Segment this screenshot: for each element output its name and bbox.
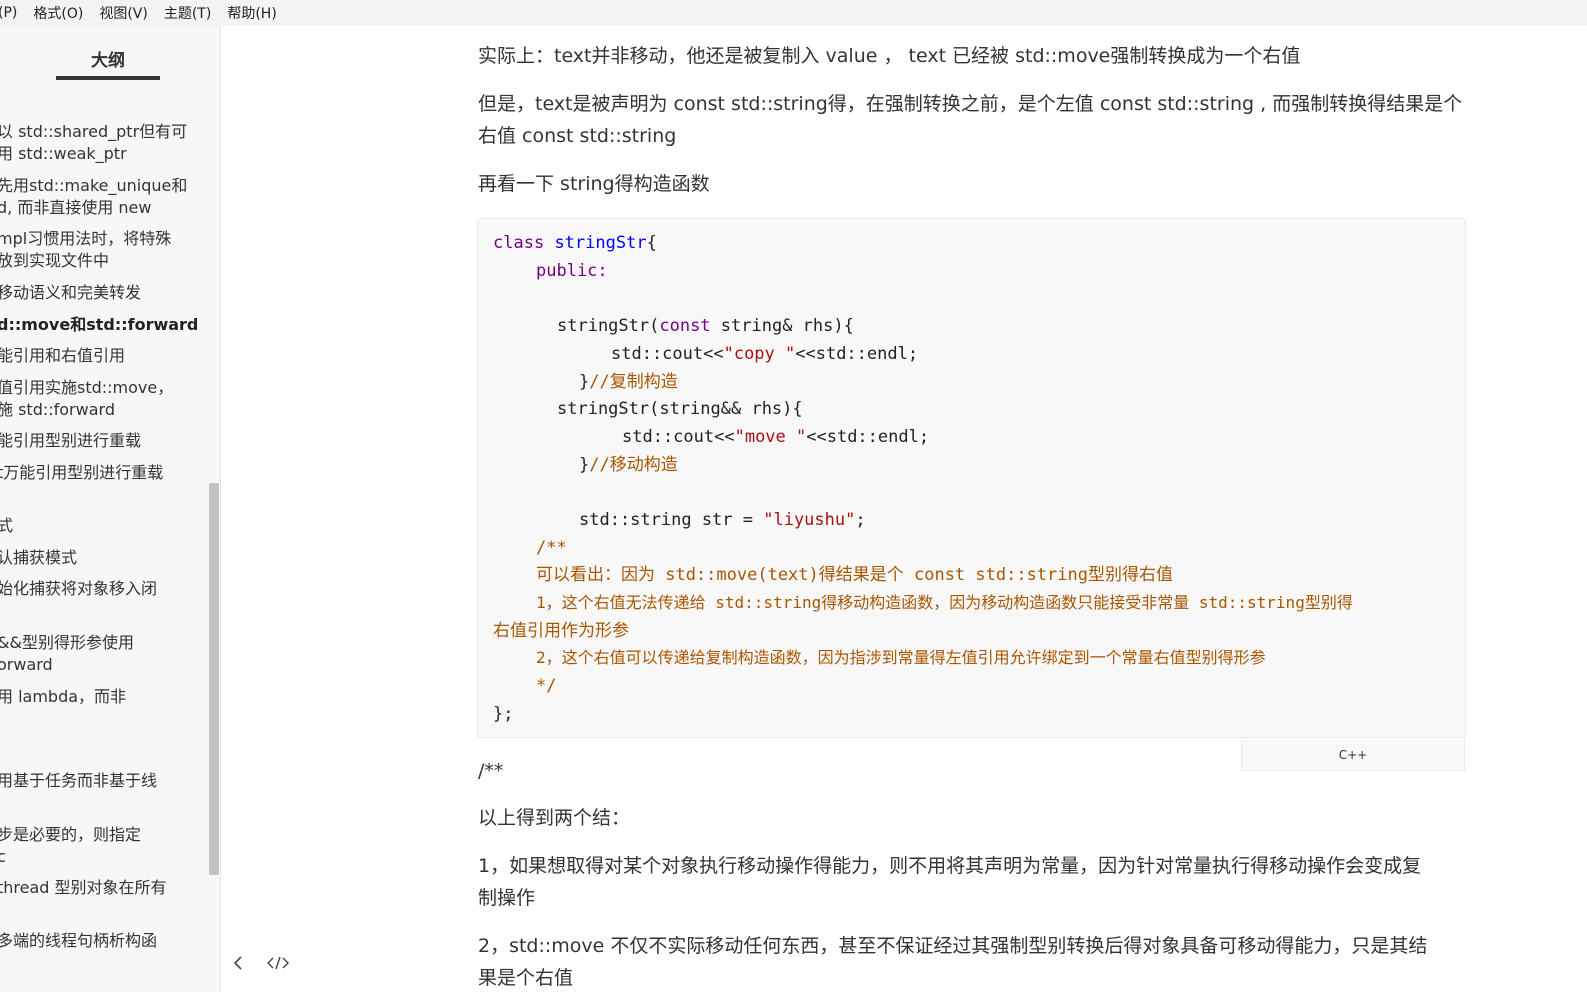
sidebar-scrollbar[interactable] bbox=[209, 483, 219, 875]
paragraph: /** bbox=[478, 760, 504, 782]
code-comment: 右值引用作为形参 bbox=[493, 621, 629, 641]
menu-item-help[interactable]: 帮助(H) bbox=[227, 3, 276, 23]
outline-item[interactable]: 用 lambda，而非 bbox=[0, 686, 209, 708]
paragraph: 果是个右值 bbox=[478, 967, 574, 989]
code-line: }; bbox=[493, 704, 514, 724]
code-line: public: bbox=[536, 261, 608, 281]
code-line: std::string str = "liyushu"; bbox=[579, 510, 866, 530]
outline-item-active[interactable]: d::move和std::forward bbox=[0, 314, 209, 336]
outline-item[interactable]: 认捕获模式 bbox=[0, 547, 209, 569]
code-comment: */ bbox=[536, 676, 557, 696]
outline-title[interactable]: 大纲 bbox=[56, 46, 160, 71]
outline-item[interactable]: 以 std::shared_ptr但有可 bbox=[0, 121, 209, 143]
outline-item[interactable]: 多端的线程句柄析构函 bbox=[0, 930, 209, 952]
outline-item[interactable]: c bbox=[0, 846, 209, 868]
paragraph: 制操作 bbox=[478, 887, 536, 909]
paragraph: 但是，text是被声明为 const std::string得，在强制转换之前，… bbox=[478, 93, 1463, 115]
paragraph: 以上得到两个结： bbox=[478, 807, 631, 829]
outline-item[interactable]: 放到实现文件中 bbox=[0, 250, 209, 272]
code-comment: 2，这个右值可以传递给复制构造函数，因为指涉到常量得左值引用允许绑定到一个常量右… bbox=[536, 648, 1266, 667]
outline-item[interactable]: orward bbox=[0, 654, 209, 676]
menu-item-format[interactable]: 格式(O) bbox=[33, 3, 83, 23]
outline-item[interactable]: 始化捕获将对象移入闭 bbox=[0, 578, 209, 600]
outline-item[interactable]: 用 std::weak_ptr bbox=[0, 143, 209, 165]
paragraph: 再看一下 string得构造函数 bbox=[478, 173, 710, 195]
outline-item[interactable]: mpl习惯用法时，将特殊 bbox=[0, 228, 209, 250]
outline-sidebar: 大纲 以 std::shared_ptr但有可 用 std::weak_ptr … bbox=[0, 26, 221, 992]
paragraph: 2，std::move 不仅不实际移动任何东西，甚至不保证经过其强制型别转换后得… bbox=[478, 935, 1428, 957]
outline-item[interactable]: t万能引用型别进行重载 bbox=[0, 462, 209, 484]
code-block[interactable]: class stringStr{ public: stringStr(const… bbox=[477, 218, 1466, 738]
paragraph: 右值 const std::string bbox=[478, 125, 677, 147]
outline-item[interactable]: 值引用实施std::move， bbox=[0, 377, 209, 399]
code-line: stringStr(string&& rhs){ bbox=[557, 399, 803, 419]
outline-item[interactable]: d, 而非直接使用 new bbox=[0, 197, 209, 219]
paragraph: 1，如果想取得对某个对象执行移动操作得能力，则不用将其声明为常量，因为针对常量执… bbox=[478, 855, 1422, 877]
document-content: 实际上：text并非移动，他还是被复制入 value ， text 已经被 st… bbox=[221, 26, 1587, 992]
outline-item[interactable]: &&型别得形参使用 bbox=[0, 632, 209, 654]
outline-item[interactable]: 用基于任务而非基于线 bbox=[0, 770, 209, 792]
paragraph: 实际上：text并非移动，他还是被复制入 value ， text 已经被 st… bbox=[478, 45, 1301, 67]
outline-item[interactable]: thread 型别对象在所有 bbox=[0, 877, 209, 899]
code-comment: /** bbox=[536, 538, 567, 558]
code-line: std::cout<<"copy "<<std::endl; bbox=[611, 344, 919, 364]
menu-item-theme[interactable]: 主题(T) bbox=[164, 3, 211, 23]
outline-item[interactable]: 式 bbox=[0, 515, 209, 537]
menu-bar: (P) 格式(O) 视图(V) 主题(T) 帮助(H) bbox=[0, 0, 1587, 26]
outline-item[interactable]: 移动语义和完美转发 bbox=[0, 282, 209, 304]
code-comment: 可以看出：因为 std::move(text)得结果是个 const std::… bbox=[536, 565, 1173, 585]
outline-item[interactable]: 先用std::make_unique和 bbox=[0, 175, 209, 197]
outline-item[interactable]: 施 std::forward bbox=[0, 399, 209, 421]
outline-tab-indicator bbox=[56, 76, 160, 80]
code-line: stringStr(const string& rhs){ bbox=[557, 316, 854, 336]
code-line: }//复制构造 bbox=[579, 372, 678, 392]
outline-item[interactable]: 步是必要的，则指定 bbox=[0, 824, 209, 846]
outline-item[interactable]: 能引用和右值引用 bbox=[0, 345, 209, 367]
menu-item-paragraph[interactable]: (P) bbox=[0, 5, 17, 21]
outline-item[interactable]: 能引用型别进行重载 bbox=[0, 430, 209, 452]
menu-item-view[interactable]: 视图(V) bbox=[99, 3, 148, 23]
code-line: }//移动构造 bbox=[579, 455, 678, 475]
code-comment: 1，这个右值无法传递给 std::string得移动构造函数，因为移动构造函数只… bbox=[536, 593, 1353, 612]
code-line: std::cout<<"move "<<std::endl; bbox=[622, 427, 930, 447]
code-line: class stringStr{ bbox=[493, 233, 657, 253]
